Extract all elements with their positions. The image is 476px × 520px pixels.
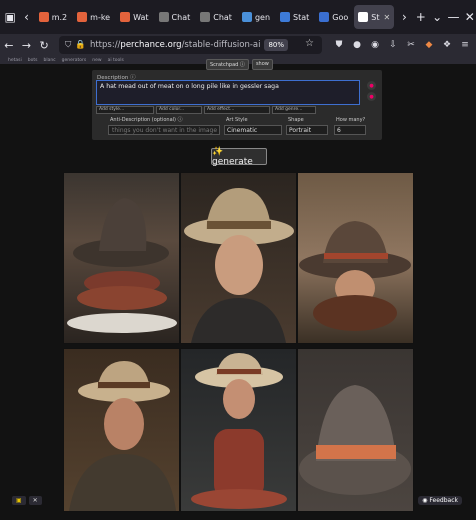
scratchpad-row: Scratchpad ⓘ show bbox=[206, 59, 273, 70]
tab-1[interactable]: m.2 bbox=[35, 5, 71, 29]
lock-icon[interactable]: 🔒 bbox=[75, 40, 86, 50]
firefox-view-icon[interactable]: ▣ bbox=[4, 6, 16, 28]
tab-scroll-right-icon[interactable]: › bbox=[398, 6, 410, 28]
url-path: /stable-diffusion-ai bbox=[181, 40, 261, 50]
anti-description-input[interactable]: things you don't want in the image bbox=[108, 125, 220, 135]
feedback-button[interactable]: ◉ Feedback bbox=[418, 496, 462, 505]
tab-label: m.2 bbox=[51, 12, 68, 22]
hat-beard-meat-image bbox=[299, 221, 411, 331]
hat-closeup-image bbox=[299, 385, 411, 495]
how-many-label: How many? bbox=[336, 117, 366, 123]
chat-icon[interactable]: ▣ bbox=[12, 496, 26, 505]
man-straw-hat-image bbox=[69, 361, 176, 511]
zoom-level[interactable]: 80% bbox=[264, 39, 288, 51]
tab-7[interactable]: Stat bbox=[276, 5, 313, 29]
tab-close-icon[interactable]: ✕ bbox=[384, 13, 391, 22]
tab-favicon-icon bbox=[77, 12, 88, 22]
bookmark-star-icon[interactable]: ☆ bbox=[305, 38, 314, 49]
tab-label: Wat bbox=[133, 12, 149, 22]
tab-favicon-icon bbox=[241, 12, 252, 22]
url-prefix: https:// bbox=[89, 40, 121, 50]
tab-9[interactable]: St ✕ bbox=[354, 5, 395, 29]
generated-image-6[interactable] bbox=[297, 348, 414, 512]
forward-icon[interactable]: → bbox=[18, 39, 36, 52]
extension-icon[interactable]: ● bbox=[350, 40, 364, 50]
generated-image-4[interactable] bbox=[63, 348, 180, 512]
shield-icon[interactable]: ⛉ bbox=[65, 40, 71, 50]
random-icon[interactable]: ● bbox=[367, 81, 376, 90]
description-input[interactable]: A hat mead out of meat on o long pile li… bbox=[96, 80, 360, 105]
reload-icon[interactable]: ↻ bbox=[35, 39, 53, 52]
bottom-left-controls: ▣ ✕ bbox=[12, 496, 42, 505]
tab-6[interactable]: gen bbox=[238, 5, 274, 29]
bookmark-item[interactable]: blanc bbox=[43, 58, 55, 63]
man-sausage-stack-image bbox=[191, 353, 287, 509]
address-bar[interactable]: ⛉ 🔒 https://perchance.org/stable-diffusi… bbox=[58, 36, 322, 54]
add-select-2[interactable]: Add color... bbox=[156, 106, 202, 114]
generated-image-3[interactable] bbox=[297, 172, 414, 344]
account-icon[interactable]: ◉ bbox=[368, 40, 382, 50]
tab-5[interactable]: Chat bbox=[196, 5, 236, 29]
scratchpad-button[interactable]: Scratchpad ⓘ bbox=[206, 59, 249, 70]
tab-label: Chat bbox=[171, 12, 191, 22]
tab-scroll-left-icon[interactable]: ‹ bbox=[20, 6, 32, 28]
add-select-4[interactable]: Add genre... bbox=[272, 106, 316, 114]
generate-button[interactable]: ✨ generate bbox=[211, 147, 267, 167]
tab-4[interactable]: Chat bbox=[155, 5, 195, 29]
how-many-select[interactable]: 6 bbox=[334, 125, 366, 135]
shape-select[interactable]: Portrait bbox=[286, 125, 328, 135]
hat-meat-image bbox=[67, 198, 177, 333]
new-tab-icon[interactable]: + bbox=[415, 6, 427, 28]
tab-label: m-ke bbox=[90, 12, 111, 22]
shape-label: Shape bbox=[288, 117, 304, 123]
tab-2[interactable]: m-ke bbox=[73, 5, 114, 29]
bookmark-item[interactable]: bots bbox=[28, 58, 38, 63]
generated-image-1[interactable] bbox=[63, 172, 180, 344]
bookmark-item[interactable]: hetasi bbox=[8, 58, 22, 63]
tab-favicon-icon bbox=[120, 12, 131, 22]
tab-favicon-icon bbox=[158, 12, 169, 22]
close-window-icon[interactable]: ✕ bbox=[464, 6, 476, 28]
downloads-icon[interactable]: ⇩ bbox=[386, 40, 400, 50]
addon-icon[interactable]: ◆ bbox=[422, 40, 436, 50]
tab-label: St bbox=[371, 12, 380, 22]
add-select-1[interactable]: Add style... bbox=[96, 106, 154, 114]
tab-favicon-icon bbox=[200, 12, 211, 22]
menu-icon[interactable]: ≡ bbox=[458, 40, 472, 50]
clear-icon[interactable]: ● bbox=[367, 92, 376, 101]
list-tabs-icon[interactable]: ⌄ bbox=[431, 6, 443, 28]
art-style-label: Art Style bbox=[226, 117, 248, 123]
add-select-3[interactable]: Add effect... bbox=[204, 106, 270, 114]
tab-8[interactable]: Goo bbox=[315, 5, 352, 29]
generated-image-2[interactable] bbox=[180, 172, 297, 344]
url-host: perchance.org bbox=[120, 40, 182, 50]
tab-label: Stat bbox=[293, 12, 310, 22]
minimize-icon[interactable]: — bbox=[447, 6, 459, 28]
man-hat-image bbox=[184, 188, 294, 343]
puzzle-icon[interactable]: ❖ bbox=[440, 40, 454, 50]
tab-favicon-icon bbox=[358, 12, 369, 22]
close-icon[interactable]: ✕ bbox=[28, 496, 42, 505]
tab-favicon-icon bbox=[38, 12, 49, 22]
pocket-icon[interactable]: ⛊ bbox=[332, 40, 346, 50]
bookmark-item[interactable]: new bbox=[92, 58, 101, 63]
bookmark-item[interactable]: ai tools bbox=[108, 58, 124, 63]
show-button[interactable]: show bbox=[251, 59, 273, 70]
tab-bar: ▣ ‹ m.2 m-ke Wat Chat Chat gen Stat Goo St ✕ › + … bbox=[0, 0, 476, 34]
tab-favicon-icon bbox=[280, 12, 291, 22]
tab-3[interactable]: Wat bbox=[116, 5, 152, 29]
tab-label: gen bbox=[254, 12, 271, 22]
tab-label: Goo bbox=[332, 12, 349, 22]
art-style-select[interactable]: Cinematic bbox=[224, 125, 282, 135]
back-icon[interactable]: ← bbox=[0, 39, 18, 52]
screenshot-icon[interactable]: ✂ bbox=[404, 40, 418, 50]
generated-image-5[interactable] bbox=[180, 348, 297, 512]
tab-favicon-icon bbox=[319, 12, 330, 22]
anti-description-label: Anti-Description (optional) ⓘ bbox=[110, 117, 183, 123]
bookmark-item[interactable]: generators bbox=[62, 58, 87, 63]
tab-label: Chat bbox=[213, 12, 232, 22]
navigation-bar: ← → ↻ ⛉ 🔒 https://perchance.org/stable-d… bbox=[0, 34, 476, 56]
